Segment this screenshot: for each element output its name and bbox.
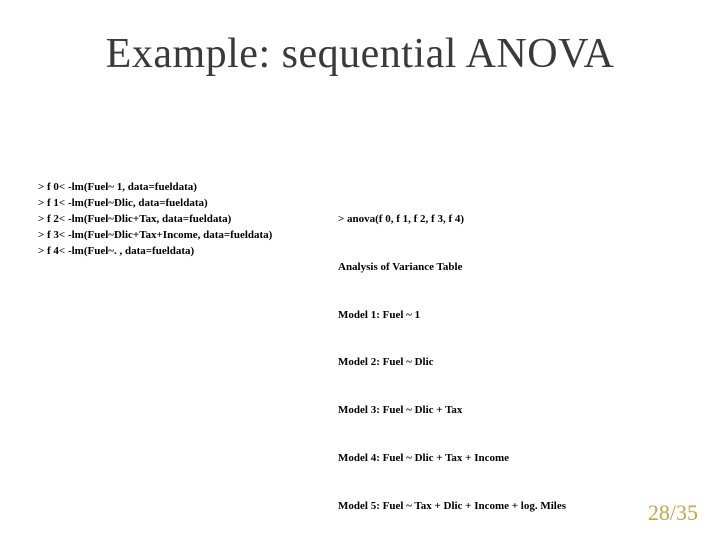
slide-body: > f 0< -lm(Fuel~ 1, data=fueldata) > f 1… (38, 180, 700, 540)
code-line: > f 1< -lm(Fuel~Dlic, data=fueldata) (38, 196, 338, 212)
code-line: > f 0< -lm(Fuel~ 1, data=fueldata) (38, 180, 338, 196)
output-line: Model 5: Fuel ~ Tax + Dlic + Income + lo… (338, 499, 700, 515)
code-line: > f 4< -lm(Fuel~. , data=fueldata) (38, 244, 338, 260)
code-line: > f 3< -lm(Fuel~Dlic+Tax+Income, data=fu… (38, 228, 338, 244)
output-line: Model 3: Fuel ~ Dlic + Tax (338, 403, 700, 419)
output-line: > anova(f 0, f 1, f 2, f 3, f 4) (338, 212, 700, 228)
output-line: Model 4: Fuel ~ Dlic + Tax + Income (338, 451, 700, 467)
slide: Example: sequential ANOVA > f 0< -lm(Fue… (0, 0, 720, 540)
slide-title: Example: sequential ANOVA (0, 0, 720, 78)
output-line: Model 1: Fuel ~ 1 (338, 308, 700, 324)
page-number: 28/35 (648, 500, 698, 526)
code-line: > f 2< -lm(Fuel~Dlic+Tax, data=fueldata) (38, 212, 338, 228)
left-code-column: > f 0< -lm(Fuel~ 1, data=fueldata) > f 1… (38, 180, 338, 540)
output-line: Model 2: Fuel ~ Dlic (338, 355, 700, 371)
right-output-column: > anova(f 0, f 1, f 2, f 3, f 4) Analysi… (338, 180, 700, 540)
output-line: Analysis of Variance Table (338, 260, 700, 276)
